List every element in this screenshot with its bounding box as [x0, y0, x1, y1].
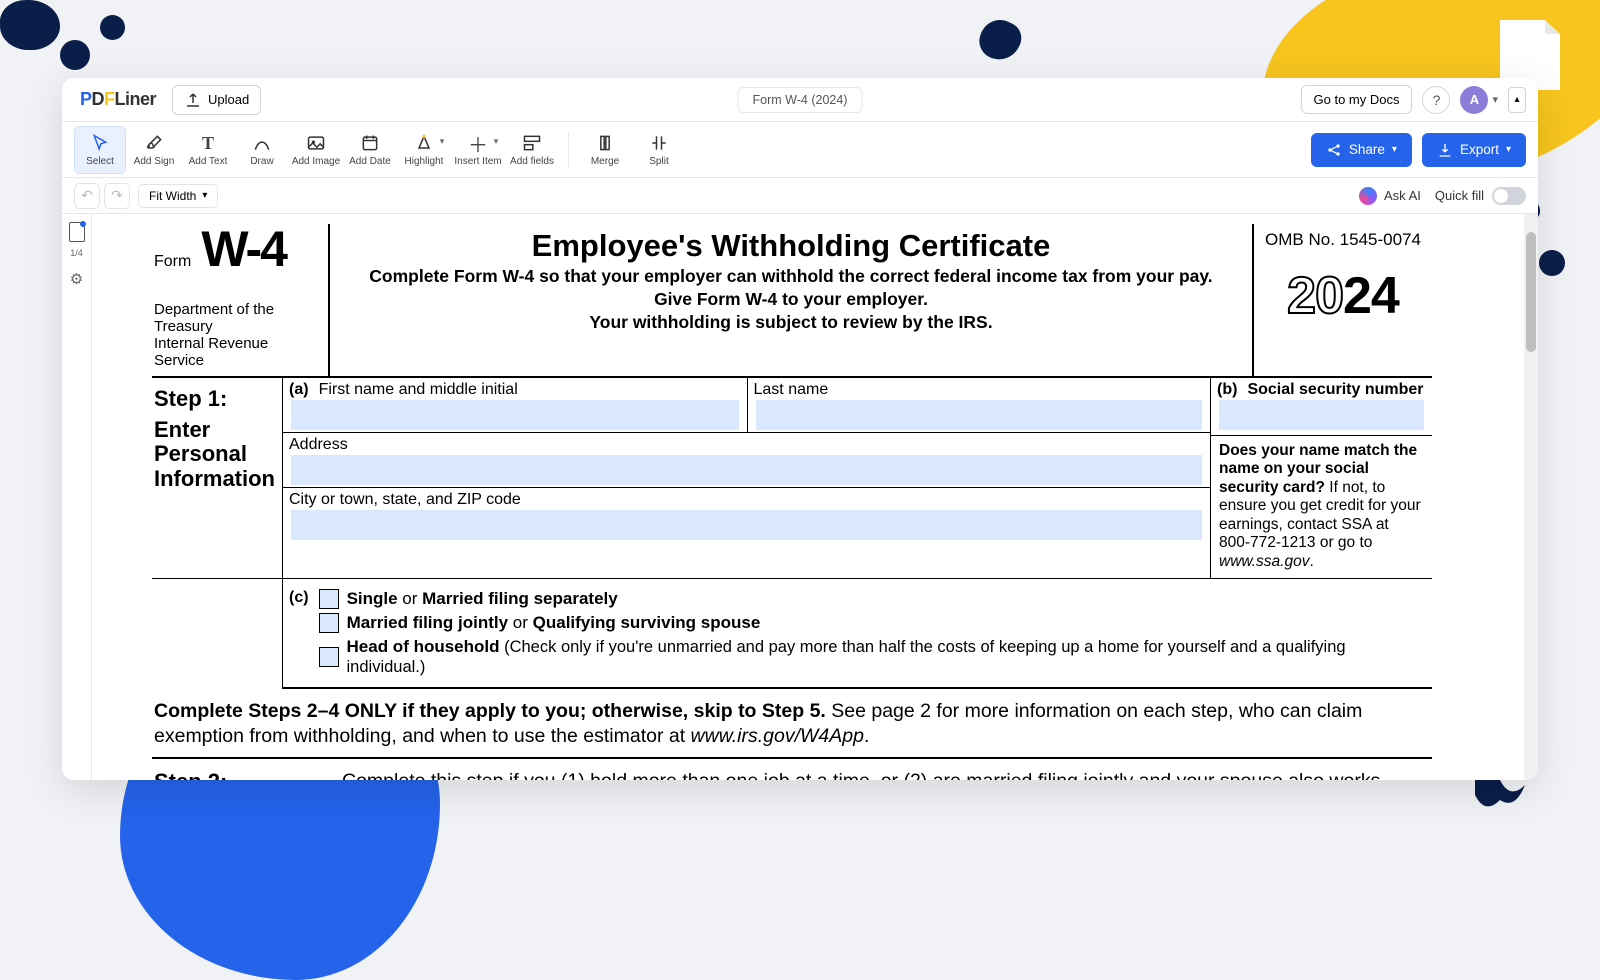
upload-button[interactable]: Upload: [172, 85, 261, 115]
sidebar-mini: 1/4 ⚙: [62, 214, 92, 780]
chevron-down-icon: ▾: [202, 190, 207, 201]
ask-ai-button[interactable]: Ask AI: [1359, 187, 1421, 205]
form-header-left: Form W-4 Department of the Treasury Inte…: [152, 224, 330, 376]
firstname-input[interactable]: [291, 400, 739, 430]
chevron-down-icon: ▾: [1392, 144, 1397, 155]
name-match-note: Does your name match the name on your so…: [1211, 436, 1432, 578]
chevron-down-icon: ▾: [1506, 144, 1511, 155]
decor-blob-navy: [0, 0, 60, 50]
step2-label: Step 2: Multiple Jobs or Spouse: [152, 769, 342, 780]
scrollbar-thumb[interactable]: [1526, 232, 1536, 352]
goto-docs-button[interactable]: Go to my Docs: [1301, 85, 1413, 114]
city-input[interactable]: [291, 510, 1202, 540]
pages-panel-icon[interactable]: [69, 222, 85, 242]
tool-merge[interactable]: Merge: [579, 126, 631, 174]
decor-blob-navy: [1539, 250, 1565, 276]
gear-icon[interactable]: ⚙: [70, 270, 83, 288]
fields-icon: [522, 132, 542, 154]
help-button[interactable]: ?: [1422, 86, 1450, 114]
checkbox-single[interactable]: [319, 589, 339, 609]
address-input[interactable]: [291, 455, 1202, 485]
divider: [568, 132, 569, 168]
avatar: A: [1460, 86, 1488, 114]
download-icon: [1437, 142, 1453, 158]
checkbox-married-joint[interactable]: [319, 613, 339, 633]
calendar-icon: [360, 132, 380, 154]
form-header-right: OMB No. 1545-0074 2024: [1252, 224, 1432, 376]
merge-icon: [595, 132, 615, 154]
logo[interactable]: PDFLiner: [74, 85, 162, 114]
highlight-icon: [414, 132, 434, 154]
app-shell: PDFLiner Upload Form W-4 (2024) Go to my…: [62, 78, 1538, 780]
instruction-block: Complete Steps 2–4 ONLY if they apply to…: [152, 689, 1432, 760]
tool-split[interactable]: Split: [633, 126, 685, 174]
chevron-down-icon: ▾: [1492, 93, 1498, 106]
plus-icon: ＋: [468, 132, 488, 154]
step2-text: Complete this step if you (1) hold more …: [342, 769, 1432, 780]
tool-add-fields[interactable]: Add fields: [506, 126, 558, 174]
toolbar: Select Add Sign T Add Text Draw Add Imag…: [62, 122, 1538, 178]
text-icon: T: [202, 132, 214, 154]
toggle-switch[interactable]: [1492, 187, 1526, 205]
form-header-center: Employee's Withholding Certificate Compl…: [330, 224, 1252, 376]
quickfill-toggle: Quick fill: [1435, 187, 1526, 205]
ai-icon: [1359, 187, 1377, 205]
lastname-input[interactable]: [756, 400, 1203, 430]
decor-blob-navy: [100, 15, 125, 40]
decor-blob-navy: [60, 40, 90, 70]
ssn-input[interactable]: [1219, 400, 1424, 430]
chevron-down-icon: ▾: [440, 136, 445, 147]
tool-draw[interactable]: Draw: [236, 126, 288, 174]
workspace: 1/4 ⚙ Form W-4 Department of the Treasur…: [62, 214, 1538, 780]
more-options-button[interactable]: ▴: [1508, 87, 1526, 113]
document-title[interactable]: Form W-4 (2024): [738, 87, 863, 113]
share-icon: [1326, 142, 1342, 158]
document-canvas[interactable]: Form W-4 Department of the Treasury Inte…: [92, 214, 1538, 780]
document-page: Form W-4 Department of the Treasury Inte…: [152, 214, 1432, 780]
tool-add-sign[interactable]: Add Sign: [128, 126, 180, 174]
tool-select[interactable]: Select: [74, 126, 126, 174]
upload-label: Upload: [208, 92, 249, 107]
step1-label: Step 1: Enter Personal Information: [152, 378, 282, 578]
topbar: PDFLiner Upload Form W-4 (2024) Go to my…: [62, 78, 1538, 122]
pencil-icon: [252, 132, 272, 154]
tool-add-date[interactable]: Add Date: [344, 126, 396, 174]
undo-button[interactable]: ↶: [74, 183, 100, 209]
upload-icon: [184, 91, 202, 109]
scrollbar-vertical[interactable]: [1524, 214, 1538, 780]
zoom-select[interactable]: Fit Width ▾: [138, 184, 218, 208]
tool-add-text[interactable]: T Add Text: [182, 126, 234, 174]
checkbox-head-household[interactable]: [319, 647, 339, 667]
redo-button[interactable]: ↷: [104, 183, 130, 209]
cursor-icon: [90, 132, 110, 154]
split-icon: [649, 132, 669, 154]
tool-add-image[interactable]: Add Image: [290, 126, 342, 174]
export-button[interactable]: Export ▾: [1422, 133, 1526, 167]
tool-highlight[interactable]: Highlight ▾: [398, 126, 450, 174]
decor-blob-navy: [973, 13, 1026, 66]
image-icon: [306, 132, 326, 154]
share-button[interactable]: Share ▾: [1311, 133, 1412, 167]
tool-insert-item[interactable]: ＋ Insert Item ▾: [452, 126, 504, 174]
subbar: ↶ ↷ Fit Width ▾ Ask AI Quick fill: [62, 178, 1538, 214]
account-menu[interactable]: A ▾: [1460, 86, 1498, 114]
page-counter: 1/4: [70, 248, 83, 258]
filing-status-row: (c) Single or Married filing separately …: [282, 579, 1432, 689]
signature-icon: [144, 132, 164, 154]
chevron-down-icon: ▾: [494, 136, 499, 147]
